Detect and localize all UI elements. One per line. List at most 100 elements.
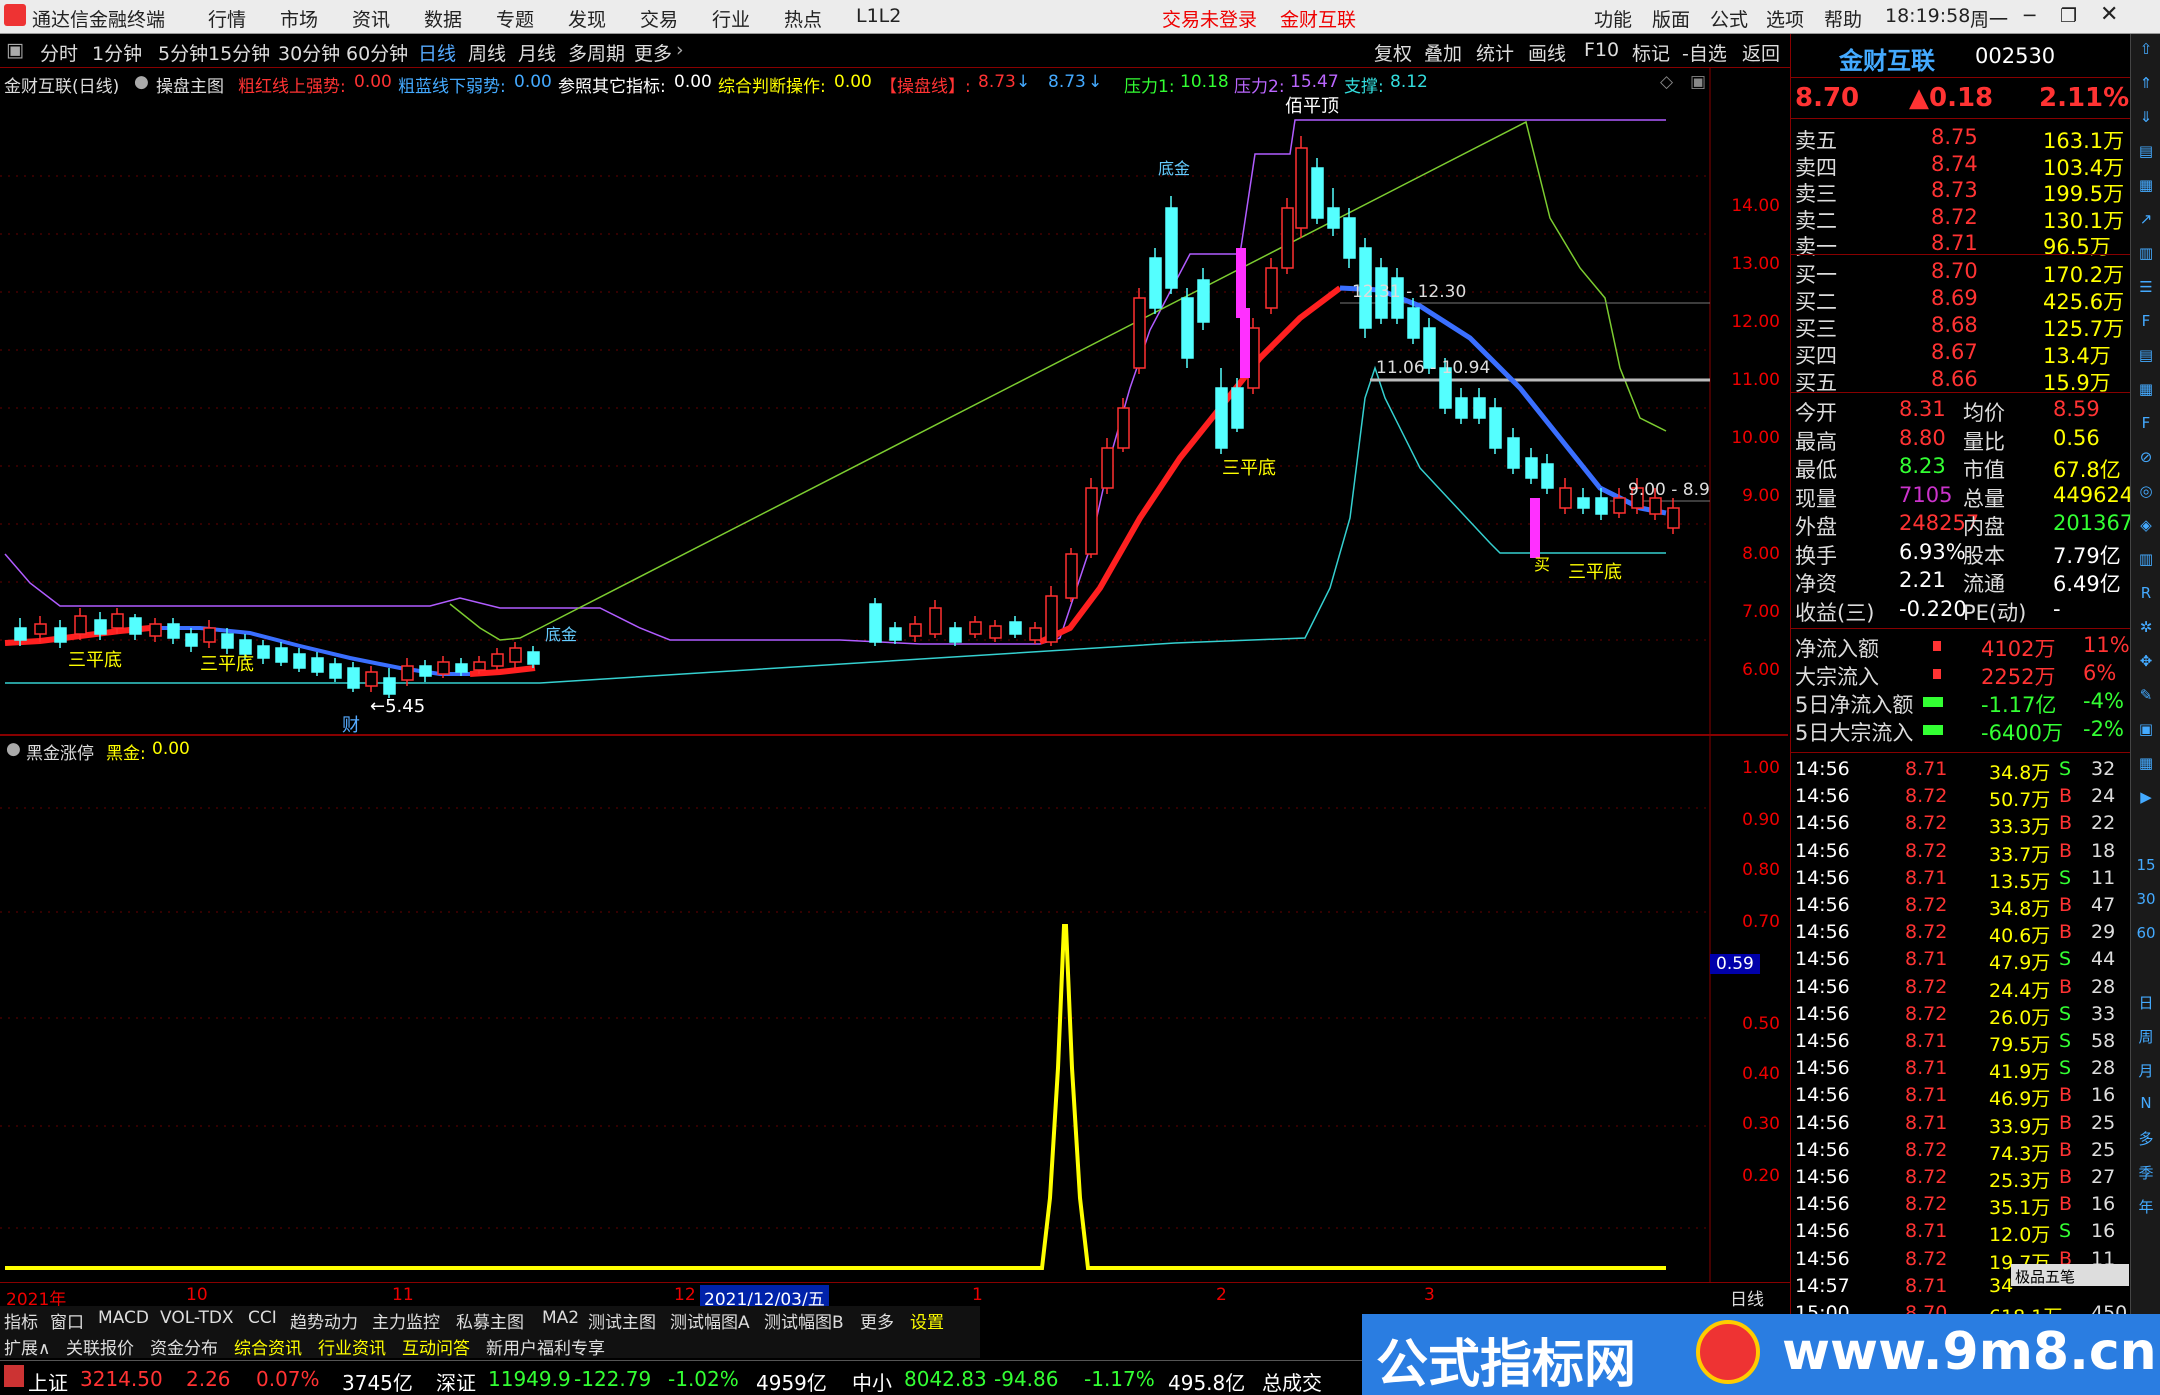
tool-fuquan[interactable]: 复权 — [1374, 39, 1412, 66]
tab-zijin[interactable]: 资金分布 — [150, 1334, 218, 1359]
period-5min[interactable]: 5分钟 — [158, 39, 208, 66]
move-icon[interactable]: ✥ — [2131, 652, 2160, 670]
panel-toggle-icon[interactable]: ▣ — [6, 39, 24, 61]
tab-xinyonghu[interactable]: 新用户福利专享 — [486, 1334, 605, 1359]
menu-l1l2[interactable]: L1L2 — [856, 5, 901, 27]
up-icon[interactable]: ⇑ — [2131, 74, 2160, 92]
tool-diejia[interactable]: 叠加 — [1424, 39, 1462, 66]
period-indicator[interactable]: 日线 — [1730, 1285, 1764, 1310]
period-fenshi[interactable]: 分时 — [40, 39, 78, 66]
menu-banmian[interactable]: 版面 — [1652, 5, 1690, 32]
total-label[interactable]: 总成交 — [1262, 1367, 1322, 1395]
formula-icon[interactable]: ● — [134, 72, 149, 92]
cube-icon[interactable]: ◈ — [2131, 516, 2160, 534]
menu-hangye[interactable]: 行业 — [712, 5, 750, 32]
menu-faxian[interactable]: 发现 — [568, 5, 606, 32]
tab-chuangkou[interactable]: 窗口 — [50, 1308, 84, 1333]
menu-hangqing[interactable]: 行情 — [208, 5, 246, 32]
period-more[interactable]: 更多 — [634, 39, 672, 66]
period-zhou[interactable]: 周 — [2131, 1026, 2160, 1047]
tab-kuozhan[interactable]: 扩展∧ — [4, 1334, 50, 1359]
period-monthly[interactable]: 月线 — [518, 39, 556, 66]
doc-icon[interactable]: ▤ — [2131, 142, 2160, 160]
tab-guanlian[interactable]: 关联报价 — [66, 1334, 134, 1359]
tab-zonghe[interactable]: 综合资讯 — [234, 1334, 302, 1359]
f10-icon[interactable]: F — [2131, 312, 2160, 330]
list-icon[interactable]: ☰ — [2131, 278, 2160, 296]
formula-name[interactable]: 操盘主图 — [156, 72, 224, 97]
pen-icon[interactable]: ✎ — [2131, 686, 2160, 704]
restore-icon[interactable]: ❐ — [2060, 5, 2077, 27]
search-icon[interactable]: ⊘ — [2131, 448, 2160, 466]
kline-icon[interactable]: ▥ — [2131, 244, 2160, 262]
table-icon[interactable]: ▤ — [2131, 346, 2160, 364]
sz-label[interactable]: 深证 — [436, 1367, 476, 1395]
stock-tab[interactable]: 金财互联 — [1280, 5, 1356, 32]
tab-zhuli[interactable]: 主力监控 — [372, 1308, 440, 1333]
login-status[interactable]: 交易未登录 — [1162, 5, 1257, 32]
sub-formula-icon[interactable]: ● — [6, 739, 21, 759]
rsi-icon[interactable]: R — [2131, 584, 2160, 602]
period-nian[interactable]: 年 — [2131, 1196, 2160, 1217]
wheel-icon[interactable]: ✲ — [2131, 618, 2160, 636]
tool-zixuan[interactable]: -自选 — [1682, 39, 1727, 66]
tool-biaoji[interactable]: 标记 — [1632, 39, 1670, 66]
sh-label[interactable]: 上证 — [28, 1367, 68, 1395]
tab-hudong[interactable]: 互动问答 — [402, 1334, 470, 1359]
tab-ceshi-zhutu[interactable]: 测试主图 — [588, 1308, 656, 1333]
tool-f10[interactable]: F10 — [1584, 39, 1619, 61]
period-ji[interactable]: 季 — [2131, 1162, 2160, 1183]
period-15[interactable]: 15 — [2131, 856, 2160, 874]
f2-icon[interactable]: F — [2131, 414, 2160, 432]
tab-cci[interactable]: CCI — [248, 1308, 277, 1328]
tab-zhibiao[interactable]: 指标 — [4, 1308, 38, 1333]
tab-vol-tdx[interactable]: VOL-TDX — [160, 1308, 234, 1328]
tab-ma2[interactable]: MA2 — [542, 1308, 579, 1328]
period-ri[interactable]: 日 — [2131, 992, 2160, 1013]
tab-ceshi-futu-a[interactable]: 测试幅图A — [670, 1308, 750, 1333]
grid-icon[interactable]: ▦ — [2131, 176, 2160, 194]
tab-macd[interactable]: MACD — [98, 1308, 149, 1328]
close-icon[interactable]: ✕ — [2100, 2, 2118, 27]
menu-jiaoyi[interactable]: 交易 — [640, 5, 678, 32]
sub-indicator-name[interactable]: 黑金涨停 — [26, 739, 94, 764]
menu-shuju[interactable]: 数据 — [424, 5, 462, 32]
minimize-icon[interactable]: ─ — [2024, 5, 2035, 27]
zx-label[interactable]: 中小 — [852, 1367, 892, 1395]
period-weekly[interactable]: 周线 — [468, 39, 506, 66]
chevron-right-icon[interactable]: › — [676, 39, 684, 61]
tab-simu[interactable]: 私募主图 — [456, 1308, 524, 1333]
grid2-icon[interactable]: ▦ — [2131, 380, 2160, 398]
tool-tongji[interactable]: 统计 — [1476, 39, 1514, 66]
period-15min[interactable]: 15分钟 — [208, 39, 270, 66]
check-icon[interactable]: ▣ — [2131, 720, 2160, 738]
menu-gongneng[interactable]: 功能 — [1594, 5, 1632, 32]
tab-hangye[interactable]: 行业资讯 — [318, 1334, 386, 1359]
menu-xuanxiang[interactable]: 选项 — [1766, 5, 1804, 32]
menu-gongshi[interactable]: 公式 — [1710, 5, 1748, 32]
menu-redian[interactable]: 热点 — [784, 5, 822, 32]
diamond-icon[interactable]: ◇ — [1660, 72, 1673, 92]
period-yue[interactable]: 月 — [2131, 1060, 2160, 1081]
ime-mini-panel[interactable]: 极品五笔 — [2011, 1264, 2129, 1286]
tab-ceshi-futu-b[interactable]: 测试幅图B — [764, 1308, 844, 1333]
tab-qushi[interactable]: 趋势动力 — [290, 1308, 358, 1333]
play-icon[interactable]: ▶ — [2131, 788, 2160, 806]
down-icon[interactable]: ⇓ — [2131, 108, 2160, 126]
bars-icon[interactable]: ▥ — [2131, 550, 2160, 568]
period-60[interactable]: 60 — [2131, 924, 2160, 942]
kline-chart-area[interactable]: 佰平顶 ←5.45 财 三平底 三平底 三平底 三平底 底金 底金 买 12.3… — [0, 68, 1788, 1308]
period-30min[interactable]: 30分钟 — [278, 39, 340, 66]
period-n[interactable]: N — [2131, 1094, 2160, 1112]
circle-icon[interactable]: ◎ — [2131, 482, 2160, 500]
period-duo[interactable]: 多 — [2131, 1128, 2160, 1149]
pane-close-icon[interactable]: ▣ — [1690, 72, 1706, 92]
period-daily[interactable]: 日线 — [418, 39, 456, 66]
period-60min[interactable]: 60分钟 — [346, 39, 408, 66]
tool-huaxian[interactable]: 画线 — [1528, 39, 1566, 66]
menu-zixun[interactable]: 资讯 — [352, 5, 390, 32]
menu-zhuanti[interactable]: 专题 — [496, 5, 534, 32]
chart-icon[interactable]: ↗ — [2131, 210, 2160, 228]
tool-fanhui[interactable]: 返回 — [1742, 39, 1780, 66]
period-1min[interactable]: 1分钟 — [92, 39, 142, 66]
